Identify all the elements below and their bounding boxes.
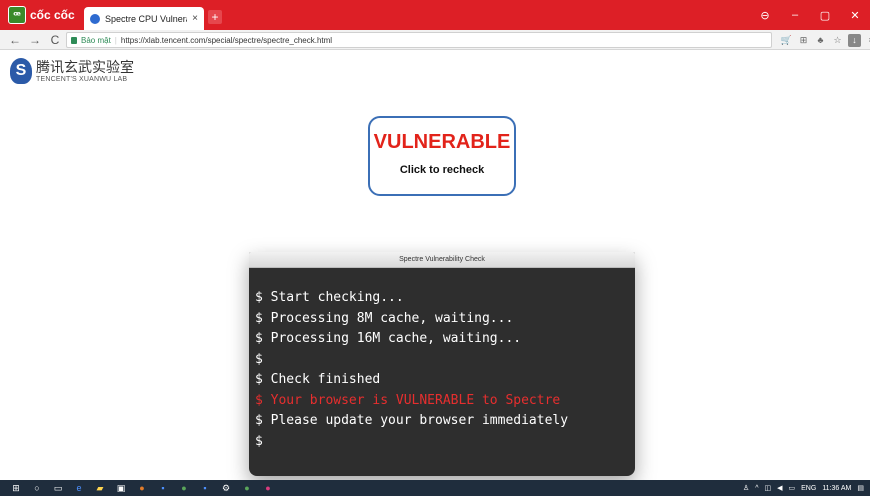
recheck-label: Click to recheck (399, 164, 485, 176)
photoshop-icon[interactable]: ▪ (157, 482, 169, 494)
browser-titlebar: ꟹ cốc cốc Spectre CPU Vulnerability × + … (0, 0, 870, 30)
maximize-button[interactable]: ▢ (810, 0, 840, 30)
notifications-icon[interactable]: ▤ (857, 484, 864, 492)
terminal-line: $ (255, 351, 263, 367)
xuanwu-logo-icon: S (10, 58, 32, 84)
keyboard-icon[interactable]: ▭ (789, 484, 796, 492)
tab-title: Spectre CPU Vulnerability (105, 13, 187, 24)
system-tray: ♙ ^ ◫ ◀ ▭ ENG 11:36 AM ▤ (743, 482, 864, 494)
terminal-line: $ Processing 16M cache, waiting... (255, 331, 522, 346)
terminal-line: $ Please update your browser immediately (255, 413, 569, 428)
toolbar-extensions: 🛒 ⊞ ♣ ☆ ↓ ≡ (780, 32, 870, 48)
download-icon[interactable]: ↓ (848, 33, 861, 47)
shopping-cart-icon[interactable]: 🛒 (780, 34, 793, 47)
url-text[interactable]: https://xlab.tencent.com/special/spectre… (121, 36, 332, 45)
app-icon[interactable]: ● (178, 482, 190, 494)
taskbar-apps: ⊞ ○ ▭ e ▰ ▣ ● ▪ ● ▪ ⚙ ● ● (10, 482, 274, 494)
back-button[interactable]: ← (8, 32, 22, 48)
coccoc-taskbar-icon[interactable]: ● (241, 482, 253, 494)
app-icon[interactable]: ● (136, 482, 148, 494)
account-icon[interactable]: ⊖ (750, 0, 780, 30)
network-icon[interactable]: ◫ (765, 484, 772, 492)
bookmark-star-icon[interactable]: ☆ (831, 34, 844, 47)
brand-label: cốc cốc (30, 8, 75, 22)
security-label: Bảo mật (81, 35, 111, 45)
browser-brand[interactable]: ꟹ cốc cốc (8, 6, 75, 24)
lab-name-cn: 腾讯玄武实验室 (36, 59, 134, 76)
lab-name-en: TENCENT'S XUANWU LAB (36, 75, 128, 83)
terminal-line: $ Start checking... (255, 290, 404, 305)
language-indicator[interactable]: ENG (801, 485, 816, 492)
windows-start-icon[interactable]: ⊞ (10, 482, 22, 494)
task-view-icon[interactable]: ▭ (52, 482, 64, 494)
tab-close-icon[interactable]: × (192, 13, 198, 24)
volume-icon[interactable]: ◀ (777, 484, 782, 492)
terminal-title: Spectre Vulnerability Check (249, 252, 635, 268)
settings-icon[interactable]: ⚙ (220, 482, 232, 494)
menu-icon[interactable]: ≡ (865, 34, 870, 47)
terminal-line: $ Check finished (255, 372, 381, 387)
terminal-line: $ Processing 8M cache, waiting... (255, 310, 514, 326)
store-icon[interactable]: ▣ (115, 482, 127, 494)
translate-icon[interactable]: ⊞ (797, 34, 810, 47)
tray-chevron-icon[interactable]: ^ (755, 485, 758, 492)
search-icon[interactable]: ○ (31, 482, 43, 494)
photoshop-icon[interactable]: ▪ (199, 482, 211, 494)
extension-icon[interactable]: ♣ (814, 34, 827, 47)
minimize-button[interactable]: – (780, 0, 810, 30)
browser-toolbar: ← → C Bảo mật | https://xlab.tencent.com… (0, 30, 870, 50)
clock[interactable]: 11:36 AM (822, 485, 851, 492)
file-explorer-icon[interactable]: ▰ (94, 482, 106, 494)
window-controls: ⊖ – ▢ ✕ (750, 0, 870, 30)
tab-favicon-icon (90, 13, 100, 24)
terminal-line: $ (255, 433, 263, 449)
reload-button[interactable]: C (48, 32, 62, 48)
close-window-button[interactable]: ✕ (840, 0, 870, 30)
recheck-button[interactable]: VULNERABLE Click to recheck (368, 116, 516, 196)
forward-button[interactable]: → (28, 32, 42, 48)
vulnerability-status: VULNERABLE (373, 131, 511, 153)
edge-icon[interactable]: e (73, 482, 85, 494)
address-separator: | (114, 35, 117, 45)
terminal-output: $ Start checking... $ Processing 8M cach… (249, 268, 635, 452)
active-tab[interactable]: Spectre CPU Vulnerability × (84, 7, 204, 30)
new-tab-button[interactable]: + (208, 10, 222, 24)
app-icon[interactable]: ● (262, 482, 274, 494)
lock-icon (71, 36, 77, 44)
xuanwu-lab-logo[interactable]: S 腾讯玄武实验室 TENCENT'S XUANWU LAB (10, 58, 134, 84)
terminal-window: Spectre Vulnerability Check $ Start chec… (249, 252, 635, 476)
address-bar[interactable]: Bảo mật | https://xlab.tencent.com/speci… (66, 32, 772, 48)
coccoc-logo-icon: ꟹ (8, 6, 26, 24)
terminal-alert-line: $ Your browser is VULNERABLE to Spectre (255, 392, 561, 408)
windows-taskbar: ⊞ ○ ▭ e ▰ ▣ ● ▪ ● ▪ ⚙ ● ● ♙ ^ ◫ ◀ ▭ ENG … (0, 480, 870, 496)
people-icon[interactable]: ♙ (743, 484, 749, 492)
